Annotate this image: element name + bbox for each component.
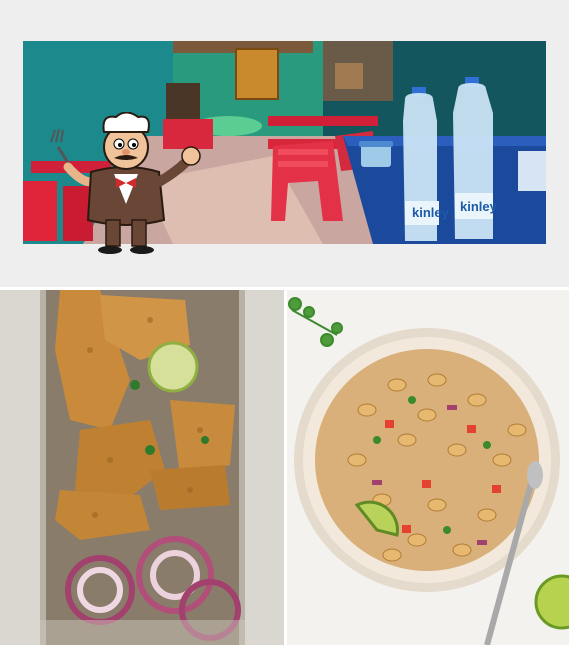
kinley-label-left: kinley xyxy=(412,205,450,220)
kinley-label-right: kinley xyxy=(460,199,498,214)
chef-mascot-icon xyxy=(46,112,208,254)
fried-fish-photo xyxy=(0,290,284,645)
peanut-salad-photo xyxy=(287,290,569,645)
